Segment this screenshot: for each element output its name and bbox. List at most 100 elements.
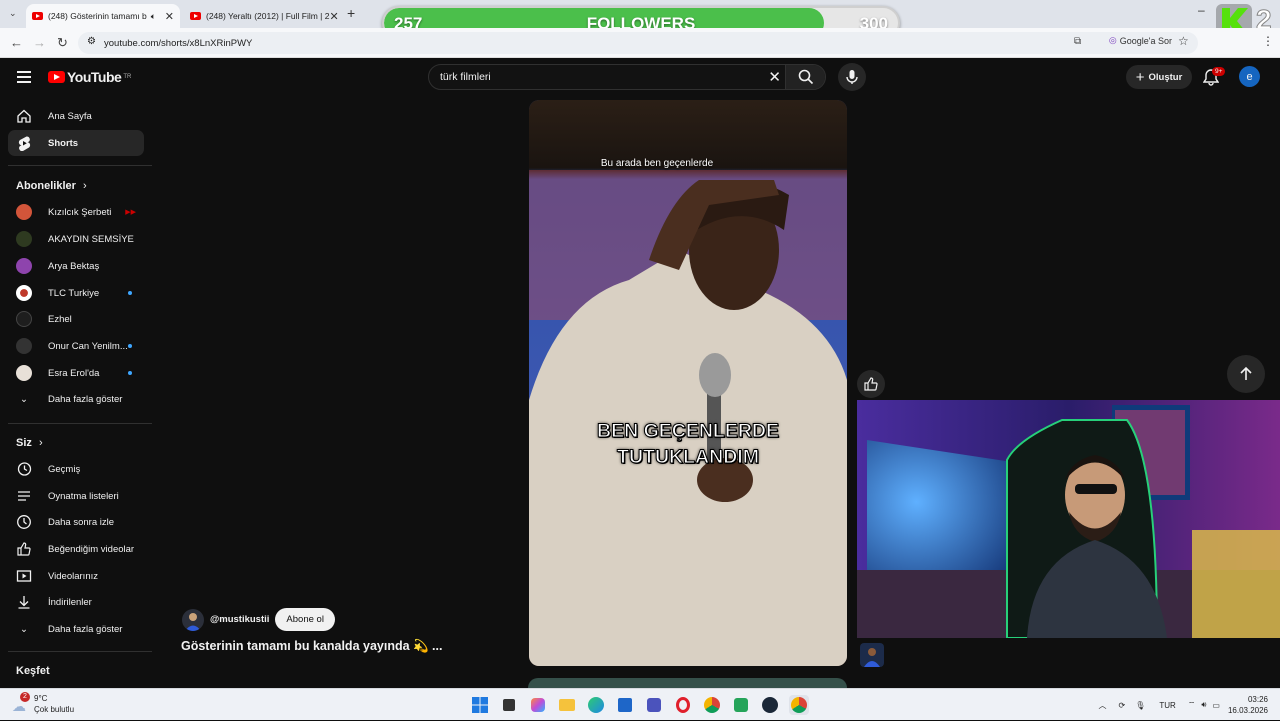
channel-handle[interactable]: @mustikustii	[210, 614, 269, 625]
sidebar-item-label: Geçmiş	[48, 464, 80, 475]
show-more-you-button[interactable]: ⌄Daha fazla göster	[8, 616, 144, 642]
sidebar-item-subscription[interactable]: Onur Can Yenilm...	[8, 333, 144, 359]
battery-icon[interactable]: ▭	[1212, 701, 1220, 710]
account-avatar[interactable]: e	[1239, 66, 1260, 87]
wifi-icon[interactable]: ⌔	[1188, 700, 1196, 710]
menu-icon[interactable]	[17, 71, 31, 86]
show-more-subscriptions-button[interactable]: ⌄Daha fazla göster	[8, 386, 144, 412]
search-icon	[798, 69, 814, 85]
sidebar-item-shorts[interactable]: Shorts	[8, 130, 144, 156]
close-tab-icon[interactable]: ✕	[329, 10, 338, 23]
browser-menu-icon[interactable]: ⋮	[1262, 34, 1274, 48]
new-tab-icon[interactable]: +	[347, 5, 355, 21]
url-bar[interactable]: ⚙ youtube.com/shorts/x8LnXRinPWY	[78, 32, 1198, 54]
chrome-red-icon[interactable]	[702, 695, 722, 715]
sidebar-item-subscription[interactable]: Arya Bektaş	[8, 253, 144, 279]
teams-icon[interactable]	[644, 695, 664, 715]
logo-text: YouTube	[67, 69, 121, 85]
opera-icon[interactable]	[673, 695, 693, 715]
sidebar-item-label: AKAYDIN SEMSİYE	[48, 234, 134, 245]
tab-inactive[interactable]: (248) Yeraltı (2012) | Full Film | 2 ✕	[184, 4, 340, 28]
subscriptions-header[interactable]: Abonelikler ›	[16, 180, 87, 192]
notification-count-badge: 9+	[1212, 67, 1225, 76]
tray-overflow-icon[interactable]: ︿	[1099, 700, 1107, 711]
home-icon	[16, 108, 32, 124]
forward-icon[interactable]: →	[33, 35, 46, 50]
like-button[interactable]	[857, 370, 885, 398]
youtube-logo[interactable]: YouTube TR	[48, 69, 131, 85]
channel-avatar	[16, 338, 32, 354]
create-button[interactable]: + Oluştur	[1126, 65, 1192, 89]
sidebar-item-subscription[interactable]: AKAYDIN SEMSİYE	[8, 226, 144, 252]
windows-start-icon[interactable]	[470, 695, 490, 715]
channel-avatar	[16, 204, 32, 220]
playlist-icon	[16, 488, 32, 504]
you-header[interactable]: Siz ›	[16, 437, 43, 449]
chevron-right-icon: ›	[39, 437, 43, 449]
sidebar-item-label: Oynatma listeleri	[48, 491, 119, 502]
google-sor-button[interactable]: ◎ Google'a Sor	[1109, 35, 1172, 46]
sidebar-item-history[interactable]: Geçmiş	[8, 456, 144, 482]
channel-avatar	[16, 258, 32, 274]
volume-icon[interactable]: 🔊︎	[1201, 700, 1206, 710]
site-info-icon[interactable]: ⚙	[87, 36, 96, 47]
sidebar-item-label: İndirilenler	[48, 597, 92, 608]
voice-search-button[interactable]	[838, 63, 866, 91]
short-title[interactable]: Gösterinin tamamı bu kanalda yayında 💫 .…	[181, 639, 442, 654]
channel-avatar	[16, 231, 32, 247]
store-icon[interactable]	[615, 695, 635, 715]
reload-icon[interactable]: ↻	[57, 35, 68, 51]
address-bar-row: ← → ↻ ⚙ youtube.com/shorts/x8LnXRinPWY ⧉…	[0, 28, 1280, 58]
new-content-dot	[128, 344, 132, 348]
sidebar-item-watch-later[interactable]: Daha sonra izle	[8, 509, 144, 535]
tab-active[interactable]: (248) Gösterinin tamamı b 🔈︎ ✕	[26, 4, 180, 28]
sidebar-item-label: Ana Sayfa	[48, 111, 92, 122]
chevron-right-icon: ›	[83, 180, 87, 192]
sidebar-item-subscription[interactable]: Esra Erol'da	[8, 360, 144, 386]
sidebar-item-downloads[interactable]: İndirilenler	[8, 589, 144, 615]
weather-badge: 2	[20, 692, 30, 702]
close-tab-icon[interactable]: ✕	[165, 10, 174, 23]
subscribe-button[interactable]: Abone ol	[275, 608, 335, 631]
plus-icon: +	[1136, 69, 1145, 86]
short-video-player[interactable]: Bu arada ben geçenlerde BEN GEÇENLERDE T…	[529, 100, 847, 666]
sidebar-item-subscription[interactable]: Kızılcık Şerbeti▶▶	[8, 199, 144, 225]
clock[interactable]: 03:26 16.03.2026	[1228, 694, 1268, 716]
copilot-icon[interactable]	[528, 695, 548, 715]
steam-icon[interactable]	[760, 695, 780, 715]
back-icon[interactable]: ←	[10, 35, 23, 50]
sidebar-item-label: Beğendiğim videolar	[48, 544, 134, 555]
weather-temperature: 9°C	[34, 693, 74, 704]
edge-icon[interactable]	[586, 695, 606, 715]
language-indicator[interactable]: TUR	[1159, 701, 1175, 710]
tab-title: (248) Gösterinin tamamı b	[48, 11, 147, 21]
sidebar-item-subscription[interactable]: Ezhel	[8, 306, 144, 332]
sidebar-item-label: Onur Can Yenilm...	[48, 341, 128, 352]
chrome-icon[interactable]	[789, 695, 809, 715]
sidebar-item-home[interactable]: Ana Sayfa	[8, 103, 144, 129]
previous-short-button[interactable]	[1227, 355, 1265, 393]
youtube-play-icon	[48, 71, 65, 83]
file-explorer-icon[interactable]	[557, 695, 577, 715]
sync-icon[interactable]: ⟳	[1119, 701, 1126, 710]
search-input[interactable]: türk filmleri	[440, 71, 491, 83]
bookmark-star-icon[interactable]: ☆	[1178, 34, 1189, 48]
install-icon[interactable]: ⧉	[1074, 36, 1081, 47]
minimize-window-icon[interactable]: –	[1198, 3, 1205, 17]
tab-search-icon[interactable]: ⌄	[9, 8, 17, 19]
sidebar-item-liked-videos[interactable]: Beğendiğim videolar	[8, 536, 144, 562]
search-button[interactable]	[785, 65, 825, 89]
mic-tray-icon[interactable]: 🎙︎	[1135, 701, 1145, 710]
sidebar-item-playlists[interactable]: Oynatma listeleri	[8, 483, 144, 509]
sidebar-item-your-videos[interactable]: Videolarınız	[8, 563, 144, 589]
clear-search-icon[interactable]: ✕	[768, 68, 781, 86]
search-box[interactable]: türk filmleri ✕	[428, 64, 826, 90]
channel-avatar[interactable]	[182, 609, 204, 631]
subscriptions-label: Abonelikler	[16, 180, 76, 192]
task-view-icon[interactable]	[499, 695, 519, 715]
download-icon	[16, 594, 32, 610]
sidebar-item-subscription[interactable]: TLC Turkiye	[8, 280, 144, 306]
thumbs-up-icon	[16, 541, 32, 557]
whatsapp-icon[interactable]	[731, 695, 751, 715]
url-text: youtube.com/shorts/x8LnXRinPWY	[104, 38, 252, 49]
